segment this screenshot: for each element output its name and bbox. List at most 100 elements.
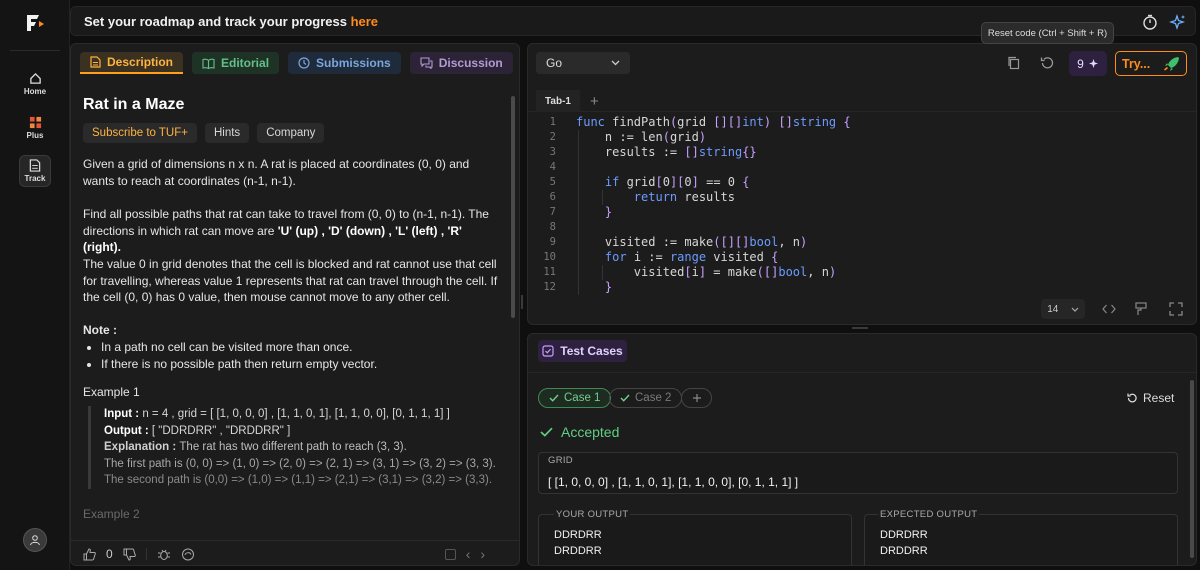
description-scrollbar[interactable] <box>511 96 515 318</box>
sidebar-item-label: Home <box>23 87 47 96</box>
code-line: 1 func findPath(grid [][]int) []string { <box>549 115 851 129</box>
your-output-label: YOUR OUTPUT <box>554 509 631 520</box>
editor-file-tabs: Tab-1 + <box>528 90 1196 112</box>
example-explanation: Explanation : The rat has two different … <box>104 441 407 453</box>
chevron-left-icon[interactable]: ‹ <box>466 546 471 562</box>
case-2-button[interactable]: Case 2 <box>609 388 683 408</box>
fullscreen-icon[interactable] <box>1169 302 1183 316</box>
book-icon <box>202 58 215 69</box>
example-1-title: Example 1 <box>83 385 140 399</box>
format-paintbrush-icon[interactable] <box>1135 302 1147 316</box>
code-line: 12 } <box>543 280 613 294</box>
avatar[interactable] <box>23 528 47 552</box>
example-2-title: Example 2 <box>83 507 140 521</box>
ai-credits-badge[interactable]: 9 <box>1069 51 1107 76</box>
share-icon[interactable] <box>181 548 195 561</box>
reset-code-tooltip: Reset code (Ctrl + Shift + R) <box>981 22 1114 44</box>
chevron-down-icon <box>611 60 620 66</box>
banner-link[interactable]: here <box>351 14 378 29</box>
code-line: 7 } <box>549 205 613 219</box>
sidebar-item-label: Track <box>24 174 46 183</box>
code-editor-panel: Go 9 Try... Tab-1 + 1 func findPath(grid … <box>527 43 1197 325</box>
tab-test-cases[interactable]: Test Cases <box>538 340 627 362</box>
reset-icon <box>1127 393 1137 403</box>
panel-layout-icon[interactable] <box>444 548 456 560</box>
sidebar-item-track[interactable]: Track <box>19 155 51 187</box>
reset-icon[interactable] <box>1039 55 1055 71</box>
plus-grid-icon <box>29 116 41 129</box>
sidebar-item-plus[interactable]: Plus <box>19 112 51 144</box>
rocket-icon <box>1164 57 1179 71</box>
thumbs-down-icon[interactable] <box>123 548 136 561</box>
user-icon <box>30 535 40 546</box>
problem-tabs: Description Editorial Submissions Discus… <box>80 52 513 76</box>
grid-label: GRID <box>548 455 573 466</box>
sidebar-item-label: Plus <box>26 131 44 140</box>
language-select[interactable]: Go <box>536 52 630 74</box>
subscribe-chip[interactable]: Subscribe to TUF+ <box>83 123 197 143</box>
hints-chip[interactable]: Hints <box>204 123 250 143</box>
note-item: If there is no possible path then return… <box>101 356 377 373</box>
problem-panel: Description Editorial Submissions Discus… <box>70 43 520 566</box>
add-tab-button[interactable]: + <box>590 93 599 110</box>
code-line: 3 results := []string{} <box>549 145 757 159</box>
clock-icon <box>298 57 310 69</box>
logo-icon[interactable] <box>24 12 46 34</box>
note-title: Note : <box>83 323 117 337</box>
chat-icon <box>420 57 433 69</box>
file-tab-1[interactable]: Tab-1 <box>536 90 580 112</box>
copy-icon[interactable] <box>1006 55 1022 71</box>
plus-icon <box>692 394 701 402</box>
bug-icon[interactable] <box>157 548 171 561</box>
problem-description: Rat in a Maze Subscribe to TUF+ Hints Co… <box>83 96 503 521</box>
result-status: Accepted <box>540 424 619 440</box>
check-icon <box>549 394 559 402</box>
example-path-1: The first path is (0, 0) => (1, 0) => (2… <box>104 457 496 470</box>
grid-value: [ [1, 0, 0, 0] , [1, 1, 0, 1], [1, 1, 0,… <box>548 475 799 489</box>
check-icon <box>620 394 630 402</box>
sparkle-icon[interactable] <box>1169 13 1187 31</box>
problem-chips: Subscribe to TUF+ Hints Company <box>83 123 325 143</box>
code-line: 10 for i := range visited { <box>543 250 779 264</box>
reset-button[interactable]: Reset <box>1126 391 1174 405</box>
timer-icon[interactable] <box>1141 13 1159 31</box>
tab-discussion[interactable]: Discussion <box>409 52 513 74</box>
font-size-select[interactable]: 14 <box>1041 299 1085 319</box>
code-line: 11 visited[i] = make([]bool, n) <box>543 265 837 279</box>
tab-description[interactable]: Description <box>80 52 184 74</box>
expected-output-value: DDRDRR DRDDRR <box>880 529 928 557</box>
problem-title: Rat in a Maze <box>83 96 185 113</box>
case-1-button[interactable]: Case 1 <box>538 388 612 408</box>
sidebar: Home Plus Track <box>0 0 70 570</box>
problem-paragraph-2: Find all possible paths that rat can tak… <box>83 207 489 254</box>
track-doc-icon <box>29 159 41 172</box>
chevron-down-icon <box>1071 307 1079 312</box>
example-path-2: The second path is (0,0) => (1,0) => (1,… <box>104 474 493 486</box>
code-line: 8 <box>549 221 556 233</box>
footer-divider <box>145 548 147 560</box>
horizontal-resize-handle[interactable] <box>852 327 868 329</box>
sidebar-item-home[interactable]: Home <box>19 68 51 100</box>
home-icon <box>29 72 41 84</box>
tab-editorial[interactable]: Editorial <box>192 52 280 74</box>
check-icon <box>540 427 553 437</box>
problem-paragraph-3: The value 0 in grid denotes that the cel… <box>83 257 498 304</box>
sidebar-divider <box>10 50 60 51</box>
test-cases-scrollbar[interactable] <box>1190 380 1194 558</box>
company-chip[interactable]: Company <box>257 123 325 143</box>
chevron-right-icon[interactable]: › <box>480 546 485 562</box>
panel-divider <box>528 372 1196 373</box>
star-sparkle-icon <box>1088 59 1098 68</box>
document-icon <box>90 56 101 68</box>
code-line: 2 n := len(grid) <box>549 130 707 144</box>
problem-paragraph-1: Given a grid of dimensions n x n. A rat … <box>83 157 470 188</box>
code-brackets-icon[interactable] <box>1102 303 1116 315</box>
thumbs-up-icon[interactable] <box>83 547 96 561</box>
code-line: 6 return results <box>549 190 735 204</box>
banner-text: Set your roadmap and track your progress… <box>84 14 379 29</box>
vertical-resize-handle[interactable] <box>521 295 523 309</box>
try-run-button[interactable]: Try... <box>1115 51 1187 76</box>
test-cases-panel: Test Cases Case 1 Case 2 Reset Accepted … <box>527 333 1197 566</box>
tab-submissions[interactable]: Submissions <box>288 52 401 74</box>
add-case-button[interactable] <box>681 388 712 408</box>
